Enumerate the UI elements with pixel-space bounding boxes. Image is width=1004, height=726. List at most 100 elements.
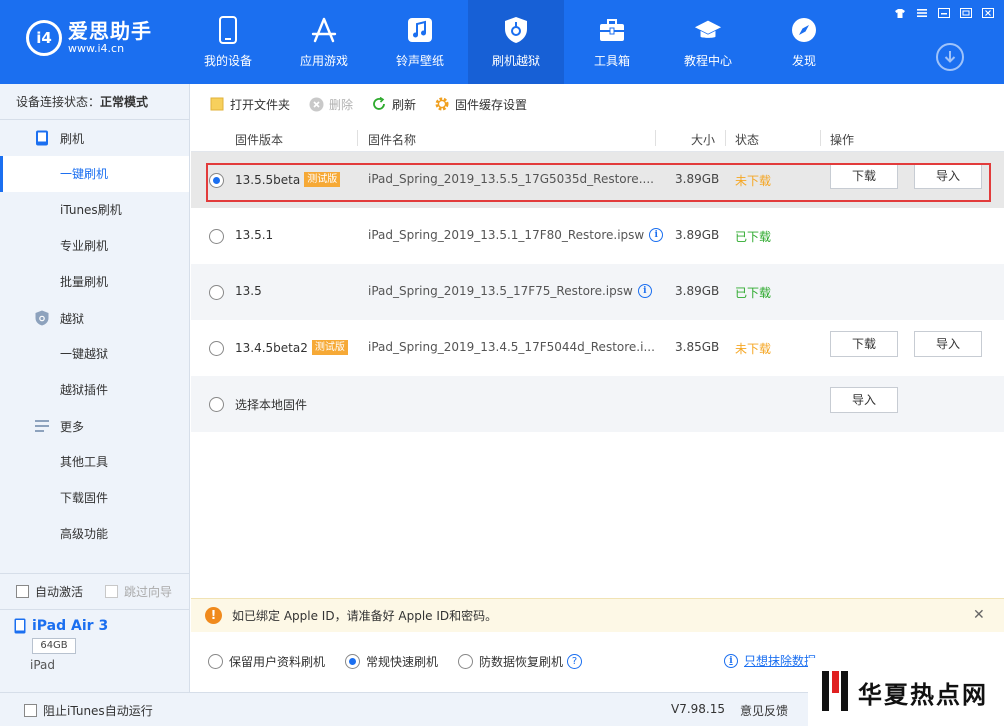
- sidebar-item-advanced[interactable]: 高级功能: [0, 516, 189, 552]
- local-firmware-label: 选择本地固件: [235, 398, 308, 412]
- cache-settings-button[interactable]: 固件缓存设置: [434, 96, 527, 113]
- firmware-table-header: 固件版本 固件名称 大小 状态 操作: [191, 124, 1004, 152]
- import-button[interactable]: 导入: [914, 163, 982, 189]
- header-action: 操作: [830, 133, 855, 147]
- sidebar-group-more[interactable]: 更多: [0, 408, 189, 444]
- nav-label: 工具箱: [593, 53, 630, 68]
- nav-discover[interactable]: 发现: [756, 0, 852, 84]
- delete-button[interactable]: 删除: [308, 96, 353, 113]
- refresh-label: 刷新: [392, 97, 417, 112]
- help-icon[interactable]: ?: [567, 653, 583, 669]
- mode-quick-flash[interactable]: 常规快速刷机: [345, 653, 438, 670]
- mode-radio[interactable]: [208, 653, 223, 669]
- nav-label: 刷机越狱: [491, 53, 540, 68]
- sidebar-group-flash[interactable]: 刷机: [0, 120, 189, 156]
- graduation-cap-icon: [694, 16, 722, 44]
- mode-anti-recovery[interactable]: 防数据恢复刷机 ?: [458, 653, 583, 670]
- open-folder-label: 打开文件夹: [230, 97, 291, 112]
- firmware-row[interactable]: 13.4.5beta2 测试版 iPad_Spring_2019_13.4.5_…: [191, 320, 1004, 376]
- feedback-link[interactable]: 意见反馈: [740, 702, 788, 719]
- mode-radio[interactable]: [345, 653, 361, 669]
- nav-tutorials[interactable]: 教程中心: [660, 0, 756, 84]
- delete-label: 删除: [329, 97, 354, 112]
- mode-label: 防数据恢复刷机: [479, 654, 564, 669]
- notice-close-icon[interactable]: ✕: [973, 607, 985, 623]
- sidebar-item-other-tools[interactable]: 其他工具: [0, 444, 189, 480]
- erase-data-link[interactable]: i 只想抹除数据: [724, 652, 816, 669]
- app-store-icon: [310, 16, 338, 44]
- connection-status-value: 正常模式: [100, 95, 149, 109]
- firmware-status: 已下载: [735, 286, 772, 300]
- device-name: iPad Air 3: [32, 618, 109, 634]
- firmware-radio[interactable]: [209, 341, 224, 356]
- firmware-radio[interactable]: [209, 173, 224, 188]
- refresh-button[interactable]: 刷新: [371, 96, 416, 113]
- nav-toolbox[interactable]: 工具箱: [564, 0, 660, 84]
- firmware-row[interactable]: 13.5.5beta 测试版 iPad_Spring_2019_13.5.5_1…: [191, 152, 1004, 208]
- connection-status-label: 设备连接状态：: [16, 95, 101, 109]
- firmware-version: 13.5.5beta: [235, 172, 301, 187]
- menu-icon[interactable]: [914, 6, 930, 20]
- download-manager-icon[interactable]: [936, 43, 964, 71]
- info-icon: i: [724, 653, 738, 668]
- download-button[interactable]: 下载: [830, 163, 898, 189]
- app-name: 爱思助手: [68, 19, 152, 43]
- sidebar-item-itunes-flash[interactable]: iTunes刷机: [0, 192, 189, 228]
- block-itunes-option[interactable]: 阻止iTunes自动运行: [24, 702, 153, 719]
- delete-icon: [308, 96, 324, 112]
- sidebar-item-pro-flash[interactable]: 专业刷机: [0, 228, 189, 264]
- app-logo: i4 爱思助手 www.i4.cn: [26, 20, 152, 56]
- nav-label: 铃声壁纸: [395, 53, 444, 68]
- firmware-radio[interactable]: [209, 229, 224, 244]
- sidebar-item-one-click-flash[interactable]: 一键刷机: [0, 156, 189, 192]
- nav-ringtones-wallpapers[interactable]: 铃声壁纸: [372, 0, 468, 84]
- header-version: 固件版本: [235, 133, 284, 147]
- open-folder-button[interactable]: 打开文件夹: [209, 96, 290, 113]
- download-button[interactable]: 下载: [830, 331, 898, 357]
- firmware-row[interactable]: 13.5 iPad_Spring_2019_13.5_17F75_Restore…: [191, 264, 1004, 320]
- nav-my-device[interactable]: 我的设备: [180, 0, 276, 84]
- local-firmware-row[interactable]: 选择本地固件 导入: [191, 376, 1004, 432]
- local-import-button[interactable]: 导入: [830, 387, 898, 413]
- nav-apps-games[interactable]: 应用游戏: [276, 0, 372, 84]
- sidebar-group-jailbreak[interactable]: 越狱: [0, 300, 189, 336]
- watermark: 华夏热点网: [808, 658, 1004, 726]
- mode-radio[interactable]: [458, 653, 474, 669]
- header-status: 状态: [735, 133, 760, 147]
- music-icon: [406, 16, 434, 44]
- main-nav: 我的设备 应用游戏 铃声壁纸 刷机越狱 工具箱 教程中心 发现: [180, 0, 852, 84]
- sidebar-options: 自动激活 跳过向导: [0, 573, 189, 609]
- auto-activate-checkbox[interactable]: [16, 585, 29, 598]
- import-button[interactable]: 导入: [914, 331, 982, 357]
- app-url: www.i4.cn: [68, 42, 125, 55]
- watermark-logo-icon: [820, 669, 850, 716]
- firmware-radio[interactable]: [209, 285, 224, 300]
- folder-icon: [209, 96, 225, 112]
- firmware-status: 未下载: [735, 174, 772, 188]
- nav-flash-jailbreak[interactable]: 刷机越狱: [468, 0, 564, 84]
- sidebar-item-jailbreak-plugins[interactable]: 越狱插件: [0, 372, 189, 408]
- minimize-icon[interactable]: [936, 6, 952, 20]
- phone-icon: [214, 15, 242, 44]
- firmware-name: iPad_Spring_2019_13.5.5_17G5035d_Restore…: [368, 172, 654, 186]
- mode-keep-data[interactable]: 保留用户资料刷机: [208, 653, 325, 670]
- sidebar-item-batch-flash[interactable]: 批量刷机: [0, 264, 189, 300]
- logo-badge: i4: [26, 20, 62, 56]
- firmware-version: 13.4.5beta2: [235, 340, 308, 355]
- tablet-icon: [14, 618, 26, 634]
- maximize-icon[interactable]: [958, 6, 974, 20]
- sidebar-item-download-firmware[interactable]: 下载固件: [0, 480, 189, 516]
- local-firmware-radio[interactable]: [209, 397, 224, 412]
- info-icon[interactable]: i: [637, 284, 652, 298]
- shirt-icon[interactable]: [892, 6, 908, 20]
- firmware-row[interactable]: 13.5.1 iPad_Spring_2019_13.5.1_17F80_Res…: [191, 208, 1004, 264]
- close-icon[interactable]: [980, 6, 996, 20]
- info-icon[interactable]: i: [649, 228, 664, 242]
- firmware-version: 13.5.1: [235, 228, 274, 242]
- refresh-icon: [371, 96, 387, 112]
- sidebar-item-one-click-jailbreak[interactable]: 一键越狱: [0, 336, 189, 372]
- block-itunes-checkbox[interactable]: [24, 704, 37, 717]
- firmware-toolbar: 打开文件夹 删除 刷新 固件缓存设置: [191, 84, 1004, 124]
- beta-badge: 测试版: [311, 340, 348, 355]
- erase-data-label: 只想抹除数据: [744, 654, 817, 668]
